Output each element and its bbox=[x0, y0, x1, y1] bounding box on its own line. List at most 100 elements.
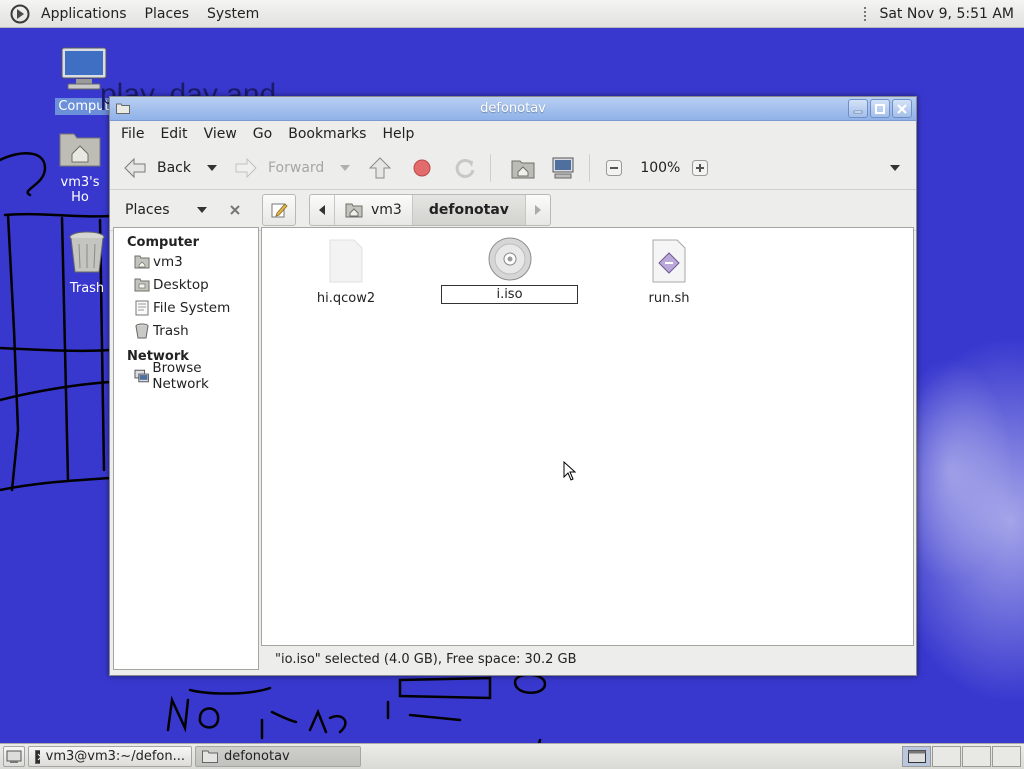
places-menu[interactable]: Places bbox=[136, 6, 199, 22]
toolbar-separator bbox=[490, 154, 492, 182]
sidebar-item-trash[interactable]: Trash bbox=[114, 319, 258, 342]
menubar: File Edit View Go Bookmarks Help bbox=[110, 121, 916, 147]
workspace-1[interactable] bbox=[902, 746, 931, 767]
breadcrumb-back-arrow[interactable] bbox=[310, 195, 335, 225]
zoom-in-icon bbox=[692, 160, 709, 176]
file-view[interactable]: hi.qcow2 i.iso run.sh bbox=[261, 227, 914, 646]
chevron-right-icon bbox=[534, 205, 541, 215]
workspace-3[interactable] bbox=[962, 746, 991, 767]
stop-icon bbox=[413, 159, 431, 177]
taskbar-item-terminal[interactable]: vm3@vm3:~/defon... bbox=[28, 746, 192, 767]
breadcrumb-label: vm3 bbox=[371, 202, 402, 218]
sidebar-item-label: Browse Network bbox=[152, 359, 209, 392]
file-name: run.sh bbox=[648, 291, 690, 306]
sidebar-item-file-system[interactable]: File System bbox=[114, 296, 258, 319]
clock[interactable]: Sat Nov 9, 5:51 AM bbox=[879, 6, 1014, 22]
desktop-icon-label: vm3's Ho bbox=[60, 175, 100, 205]
chevron-down-icon bbox=[340, 165, 351, 171]
blank-file-icon bbox=[329, 239, 363, 283]
disc-image-icon bbox=[488, 237, 532, 281]
places-selector[interactable]: Places bbox=[110, 190, 259, 230]
home-folder-icon bbox=[134, 255, 150, 268]
applications-menu[interactable]: Applications bbox=[32, 6, 136, 22]
zoom-in-button[interactable] bbox=[692, 152, 709, 184]
minimize-button[interactable] bbox=[848, 99, 868, 118]
up-button[interactable] bbox=[368, 152, 392, 184]
back-history-dropdown[interactable] bbox=[207, 152, 217, 184]
script-icon bbox=[652, 239, 686, 283]
home-icon bbox=[511, 160, 535, 179]
bottom-panel: vm3@vm3:~/defon... defonotav bbox=[0, 743, 1024, 769]
zoom-out-icon bbox=[606, 160, 623, 176]
breadcrumb: vm3 defonotav bbox=[309, 194, 551, 226]
toolbar-overflow-button[interactable] bbox=[890, 152, 900, 184]
reload-icon bbox=[456, 158, 475, 178]
breadcrumb-item-home[interactable]: vm3 bbox=[335, 195, 413, 225]
toolbar: Back Forward 100% bbox=[110, 147, 916, 190]
chevron-down-icon bbox=[890, 165, 900, 171]
file-name: hi.qcow2 bbox=[316, 291, 376, 306]
sidebar-item-desktop[interactable]: Desktop bbox=[114, 273, 258, 296]
taskbar-item-file-manager[interactable]: defonotav bbox=[195, 746, 361, 767]
toggle-location-entry-button[interactable] bbox=[262, 194, 296, 226]
back-button[interactable]: Back bbox=[122, 152, 191, 184]
gnome-foot-icon[interactable] bbox=[10, 4, 30, 24]
sidebar-item-label: Trash bbox=[153, 322, 189, 339]
menu-view[interactable]: View bbox=[196, 126, 245, 142]
desktop-icon-home[interactable]: vm3's Ho bbox=[48, 128, 112, 206]
edit-icon bbox=[271, 203, 288, 218]
forward-arrow-icon bbox=[235, 157, 257, 179]
menu-file[interactable]: File bbox=[110, 126, 152, 142]
menu-help[interactable]: Help bbox=[374, 126, 422, 142]
places-sidebar: Computer vm3 Desktop File System Trash N… bbox=[113, 227, 259, 670]
file-manager-window: defonotav File Edit View Go Bookmarks He… bbox=[109, 96, 917, 676]
desktop-icon-trash[interactable]: Trash bbox=[62, 230, 112, 297]
sidebar-item-vm3[interactable]: vm3 bbox=[114, 250, 258, 273]
close-button[interactable] bbox=[892, 99, 912, 118]
stop-button[interactable] bbox=[412, 152, 432, 184]
breadcrumb-label: defonotav bbox=[428, 202, 509, 218]
file-item-selected[interactable] bbox=[474, 236, 546, 286]
forward-label: Forward bbox=[268, 160, 325, 176]
breadcrumb-item-current[interactable]: defonotav bbox=[412, 195, 526, 225]
workspace-switcher bbox=[902, 746, 1021, 767]
maximize-icon bbox=[875, 103, 885, 114]
places-label: Places bbox=[125, 202, 170, 218]
trash-icon bbox=[135, 323, 149, 338]
rename-input[interactable]: i.iso bbox=[441, 285, 578, 304]
computer-icon bbox=[552, 157, 574, 179]
back-label: Back bbox=[157, 160, 191, 176]
up-arrow-icon bbox=[369, 157, 392, 179]
workspace-4[interactable] bbox=[992, 746, 1021, 767]
menu-bookmarks[interactable]: Bookmarks bbox=[280, 126, 374, 142]
menu-go[interactable]: Go bbox=[245, 126, 280, 142]
window-titlebar[interactable]: defonotav bbox=[110, 97, 916, 121]
forward-button[interactable]: Forward bbox=[233, 152, 324, 184]
forward-history-dropdown[interactable] bbox=[340, 152, 351, 184]
breadcrumb-forward-arrow[interactable] bbox=[526, 195, 550, 225]
panel-separator bbox=[864, 6, 869, 21]
system-menu[interactable]: System bbox=[198, 6, 268, 22]
computer-button[interactable] bbox=[551, 152, 575, 184]
status-bar: "io.iso" selected (4.0 GB), Free space: … bbox=[261, 646, 912, 672]
mouse-cursor-icon bbox=[563, 461, 577, 481]
chevron-left-icon bbox=[319, 205, 325, 215]
zoom-level[interactable]: 100% bbox=[640, 160, 680, 176]
window-thumbnail-icon bbox=[907, 750, 926, 763]
home-button[interactable] bbox=[511, 152, 535, 184]
reload-button[interactable] bbox=[454, 152, 476, 184]
menu-edit[interactable]: Edit bbox=[152, 126, 195, 142]
maximize-button[interactable] bbox=[870, 99, 890, 118]
rename-value: i.iso bbox=[496, 287, 523, 302]
show-desktop-button[interactable] bbox=[3, 746, 25, 767]
sidebar-item-browse-network[interactable]: Browse Network bbox=[114, 360, 258, 392]
back-arrow-icon bbox=[124, 157, 146, 179]
file-item[interactable]: hi.qcow2 bbox=[310, 238, 382, 306]
taskbar-item-label: defonotav bbox=[224, 749, 290, 764]
zoom-out-button[interactable] bbox=[606, 152, 623, 184]
top-panel: Applications Places System Sat Nov 9, 5:… bbox=[0, 0, 1024, 28]
chevron-down-icon bbox=[196, 207, 207, 213]
workspace-2[interactable] bbox=[932, 746, 961, 767]
close-icon[interactable] bbox=[229, 204, 241, 216]
file-item[interactable]: run.sh bbox=[633, 238, 705, 306]
